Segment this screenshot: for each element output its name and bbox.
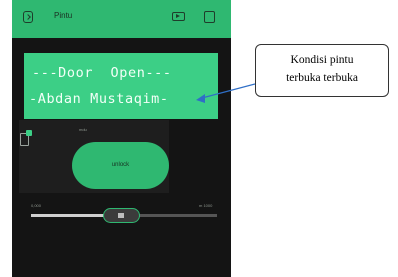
annotation-callout: Kondisi pintu terbuka terbuka (255, 44, 389, 97)
lcd-line-2: -Abdan Mustaqim- (29, 91, 169, 107)
app-header: Pintu (12, 0, 231, 38)
unlock-button[interactable]: unlock (72, 142, 169, 189)
callout-line-2: terbuka terbuka (286, 72, 358, 84)
lcd-display: ---Door Open--- -Abdan Mustaqim- (24, 53, 218, 119)
widget-label: mdu (79, 127, 87, 132)
slider-handle[interactable] (103, 208, 140, 223)
play-icon[interactable] (172, 12, 185, 21)
back-icon[interactable] (23, 11, 33, 23)
callout-line-1: Kondisi pintu (290, 54, 354, 66)
phone-icon (20, 130, 32, 146)
slider-max-label: m 1000 (199, 203, 213, 208)
app-title: Pintu (54, 11, 73, 20)
square-icon[interactable] (204, 11, 215, 23)
slider-min-label: 0,000 (31, 203, 42, 208)
lcd-line-1: ---Door Open--- (32, 65, 172, 81)
